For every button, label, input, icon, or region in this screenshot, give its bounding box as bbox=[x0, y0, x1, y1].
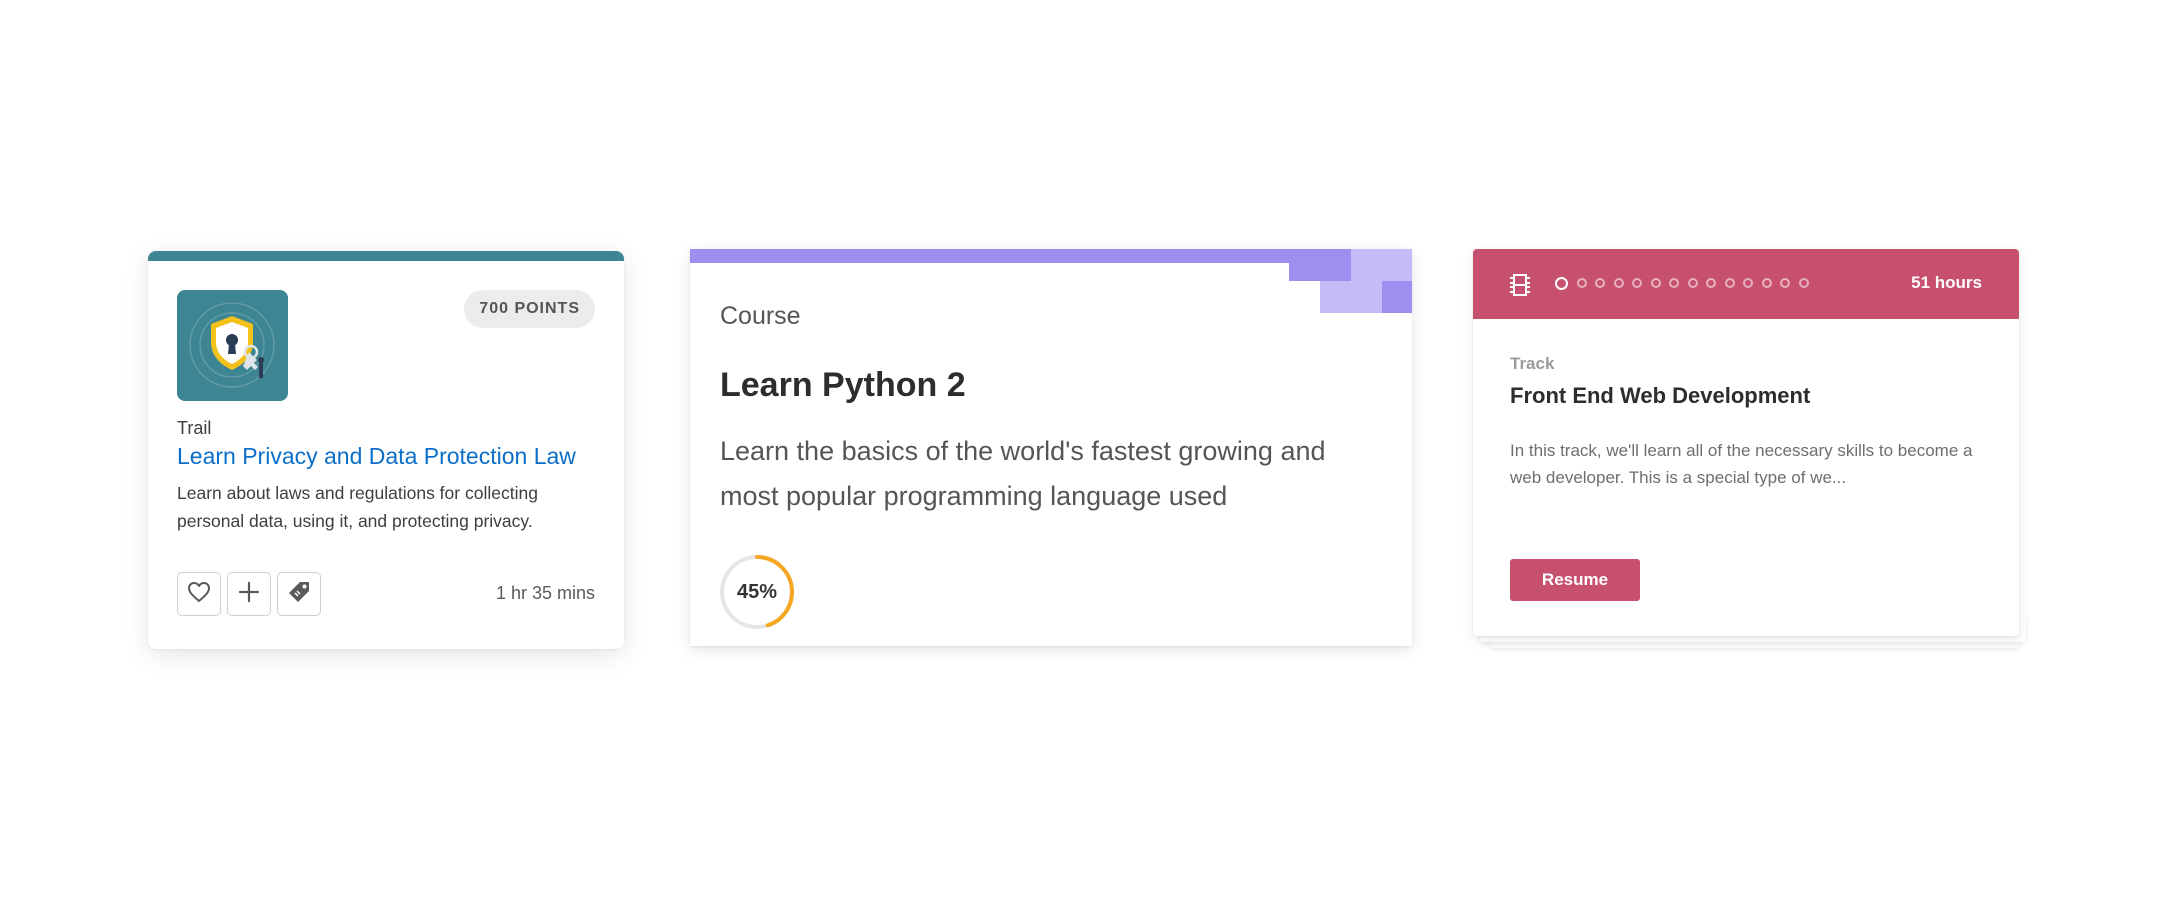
tag-button[interactable] bbox=[277, 572, 321, 616]
decorative-square bbox=[1382, 281, 1412, 313]
track-step-dot[interactable] bbox=[1613, 278, 1624, 288]
points-badge: 700 POINTS bbox=[464, 290, 595, 328]
trail-title-link[interactable]: Learn Privacy and Data Protection Law bbox=[177, 443, 576, 470]
decorative-square bbox=[1289, 249, 1351, 281]
track-step-dot[interactable] bbox=[1724, 278, 1735, 288]
course-card[interactable]: Course Learn Python 2 Learn the basics o… bbox=[690, 249, 1412, 646]
track-description: In this track, we'll learn all of the ne… bbox=[1510, 441, 1973, 487]
favorite-button[interactable] bbox=[177, 572, 221, 616]
track-step-dot[interactable] bbox=[1576, 278, 1587, 288]
track-title: Front End Web Development bbox=[1510, 383, 1811, 408]
content-type-label: Course bbox=[720, 302, 801, 330]
track-step-dot[interactable] bbox=[1798, 278, 1809, 288]
track-hours: 51 hours bbox=[1911, 273, 1982, 292]
track-step-dot[interactable] bbox=[1780, 278, 1790, 288]
trail-description: Learn about laws and regulations for col… bbox=[177, 483, 538, 531]
decorative-square bbox=[1351, 249, 1412, 281]
course-title: Learn Python 2 bbox=[720, 366, 966, 404]
privacy-shield-badge-icon bbox=[177, 290, 288, 401]
plus-icon bbox=[238, 581, 260, 608]
card-showcase: 700 POINTS Trail Learn Privacy and Data … bbox=[0, 0, 2160, 900]
trail-card[interactable]: 700 POINTS Trail Learn Privacy and Data … bbox=[148, 251, 624, 649]
content-type-label: Trail bbox=[177, 418, 212, 438]
track-card-header: 51 hours bbox=[1473, 249, 2019, 319]
trail-duration: 1 hr 35 mins bbox=[495, 583, 595, 603]
track-step-dot[interactable] bbox=[1669, 278, 1679, 288]
tag-icon bbox=[287, 580, 311, 609]
track-step-dot[interactable] bbox=[1706, 278, 1716, 288]
track-step-dot[interactable] bbox=[1632, 278, 1642, 288]
track-step-dot[interactable] bbox=[1743, 278, 1753, 288]
decorative-square bbox=[1320, 281, 1382, 313]
heart-icon bbox=[187, 581, 211, 608]
trail-card-accent-bar bbox=[148, 251, 624, 261]
track-step-dot[interactable] bbox=[1687, 278, 1698, 288]
track-step-dot[interactable] bbox=[1555, 276, 1568, 290]
resume-button[interactable]: Resume bbox=[1510, 559, 1640, 601]
track-step-dot[interactable] bbox=[1650, 278, 1661, 288]
trail-action-group bbox=[177, 572, 321, 616]
film-strip-icon bbox=[1508, 273, 1532, 297]
add-to-list-button[interactable] bbox=[227, 572, 271, 616]
track-step-dot[interactable] bbox=[1761, 278, 1772, 288]
progress-percentage: 45% bbox=[736, 581, 778, 603]
description-fade-overlay bbox=[1250, 475, 1400, 521]
track-step-dot[interactable] bbox=[1595, 278, 1605, 288]
track-card[interactable]: 51 hours Track Front End Web Development… bbox=[1473, 249, 2019, 636]
track-step-indicator bbox=[1555, 276, 1809, 290]
content-type-label: Track bbox=[1510, 354, 1555, 373]
